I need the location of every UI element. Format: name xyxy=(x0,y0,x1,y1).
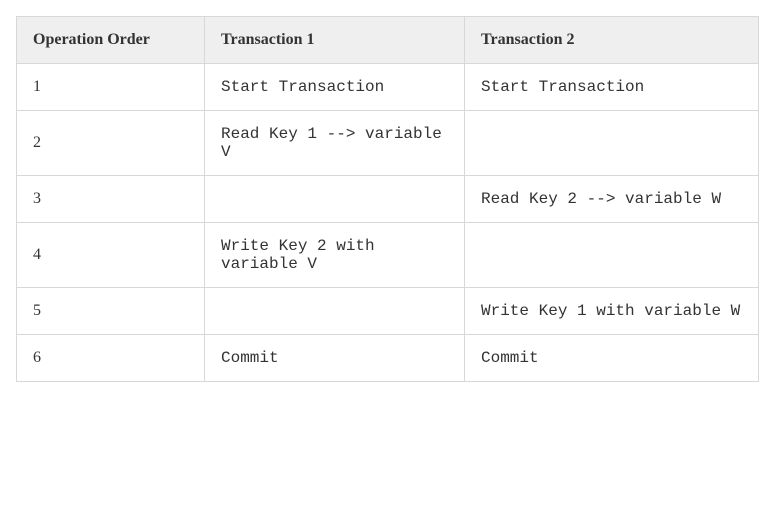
cell-t1: Start Transaction xyxy=(205,64,465,111)
table-row: 4 Write Key 2 with variable V xyxy=(17,223,759,288)
cell-t2: Write Key 1 with variable W xyxy=(465,288,759,335)
cell-t1: Commit xyxy=(205,335,465,382)
cell-t2 xyxy=(465,111,759,176)
transaction-schedule-table: Operation Order Transaction 1 Transactio… xyxy=(16,16,759,382)
cell-order: 6 xyxy=(17,335,205,382)
table-row: 5 Write Key 1 with variable W xyxy=(17,288,759,335)
header-operation-order: Operation Order xyxy=(17,17,205,64)
table-row: 6 Commit Commit xyxy=(17,335,759,382)
cell-t2 xyxy=(465,223,759,288)
table-row: 2 Read Key 1 --> variable V xyxy=(17,111,759,176)
cell-t1 xyxy=(205,176,465,223)
table-row: 1 Start Transaction Start Transaction xyxy=(17,64,759,111)
cell-t1: Write Key 2 with variable V xyxy=(205,223,465,288)
cell-t1 xyxy=(205,288,465,335)
cell-order: 3 xyxy=(17,176,205,223)
header-transaction-1: Transaction 1 xyxy=(205,17,465,64)
cell-t2: Start Transaction xyxy=(465,64,759,111)
cell-order: 4 xyxy=(17,223,205,288)
cell-order: 5 xyxy=(17,288,205,335)
cell-t2: Read Key 2 --> variable W xyxy=(465,176,759,223)
cell-order: 2 xyxy=(17,111,205,176)
table-header-row: Operation Order Transaction 1 Transactio… xyxy=(17,17,759,64)
table-row: 3 Read Key 2 --> variable W xyxy=(17,176,759,223)
cell-t1: Read Key 1 --> variable V xyxy=(205,111,465,176)
cell-order: 1 xyxy=(17,64,205,111)
cell-t2: Commit xyxy=(465,335,759,382)
header-transaction-2: Transaction 2 xyxy=(465,17,759,64)
